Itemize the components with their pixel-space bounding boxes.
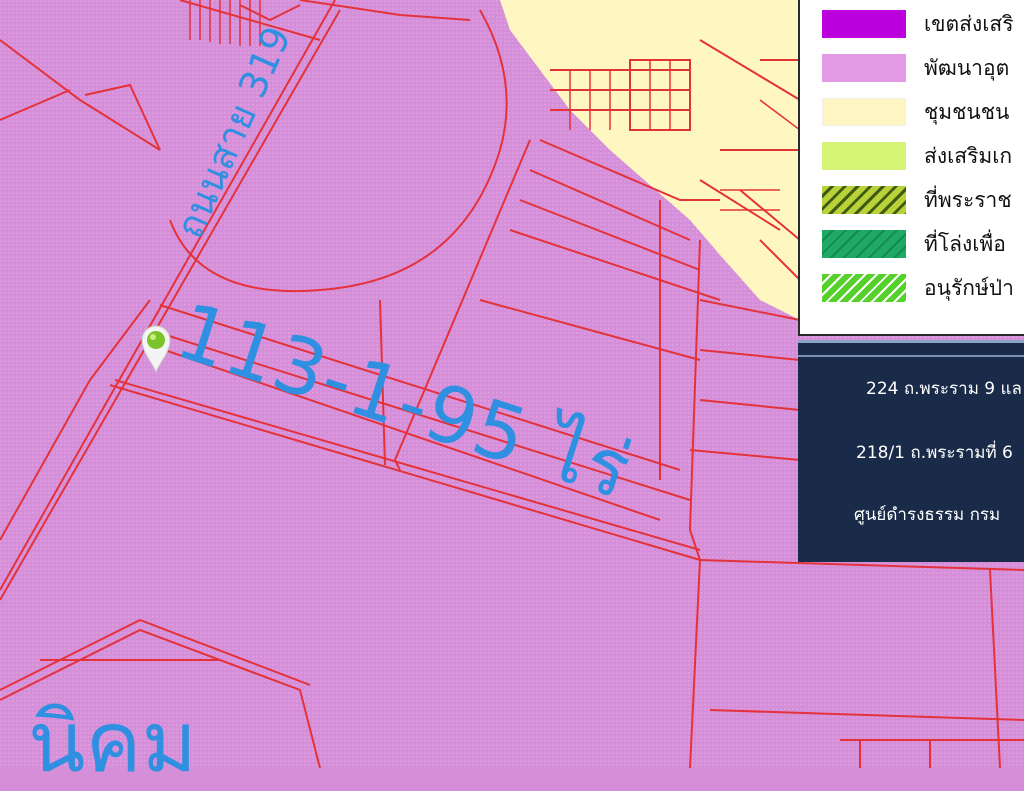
legend-item: เขตส่งเสริ: [822, 8, 1014, 40]
legend-item-label: ชุมชนชน: [924, 99, 1010, 124]
divider: [798, 355, 1024, 357]
legend-swatch: [822, 230, 906, 258]
legend-item: ส่งเสริมเก: [822, 140, 1012, 172]
district-label: นิคม: [28, 693, 197, 791]
legend-swatch: [822, 98, 906, 126]
legend-item: พัฒนาอุต: [822, 52, 1009, 84]
legend-item: ชุมชนชน: [822, 96, 1009, 128]
legend-item-label: เขตส่งเสริ: [924, 11, 1014, 36]
map-legend: เขตส่งเสริ พัฒนาอุต ชุมชนชน ส่งเสริมเก ท…: [798, 0, 1024, 336]
legend-item: อนุรักษ์ป่า: [822, 272, 1014, 304]
legend-item-label: ที่พระราช: [924, 187, 1012, 212]
legend-item: ที่โล่งเพื่อ: [822, 228, 1006, 260]
legend-item-label: อนุรักษ์ป่า: [924, 275, 1014, 300]
legend-swatch: [822, 186, 906, 214]
legend-item-label: ส่งเสริมเก: [924, 143, 1013, 168]
legend-swatch: [822, 142, 906, 170]
address-line-3: ศูนย์ดำรงธรรม กรม: [854, 505, 1001, 525]
contact-info-panel: 224 ถ.พระราม 9 แล 218/1 ถ.พระรามที่ 6 ศู…: [798, 340, 1024, 562]
location-pin-icon[interactable]: [138, 322, 174, 374]
legend-swatch: [822, 10, 906, 38]
legend-item: ที่พระราช: [822, 184, 1012, 216]
legend-item-label: ที่โล่งเพื่อ: [924, 231, 1006, 256]
legend-swatch: [822, 54, 906, 82]
legend-item-label: พัฒนาอุต: [924, 55, 1010, 80]
address-line-2: 218/1 ถ.พระรามที่ 6: [856, 443, 1013, 463]
address-line-1: 224 ถ.พระราม 9 แล: [866, 379, 1022, 399]
legend-swatch: [822, 274, 906, 302]
